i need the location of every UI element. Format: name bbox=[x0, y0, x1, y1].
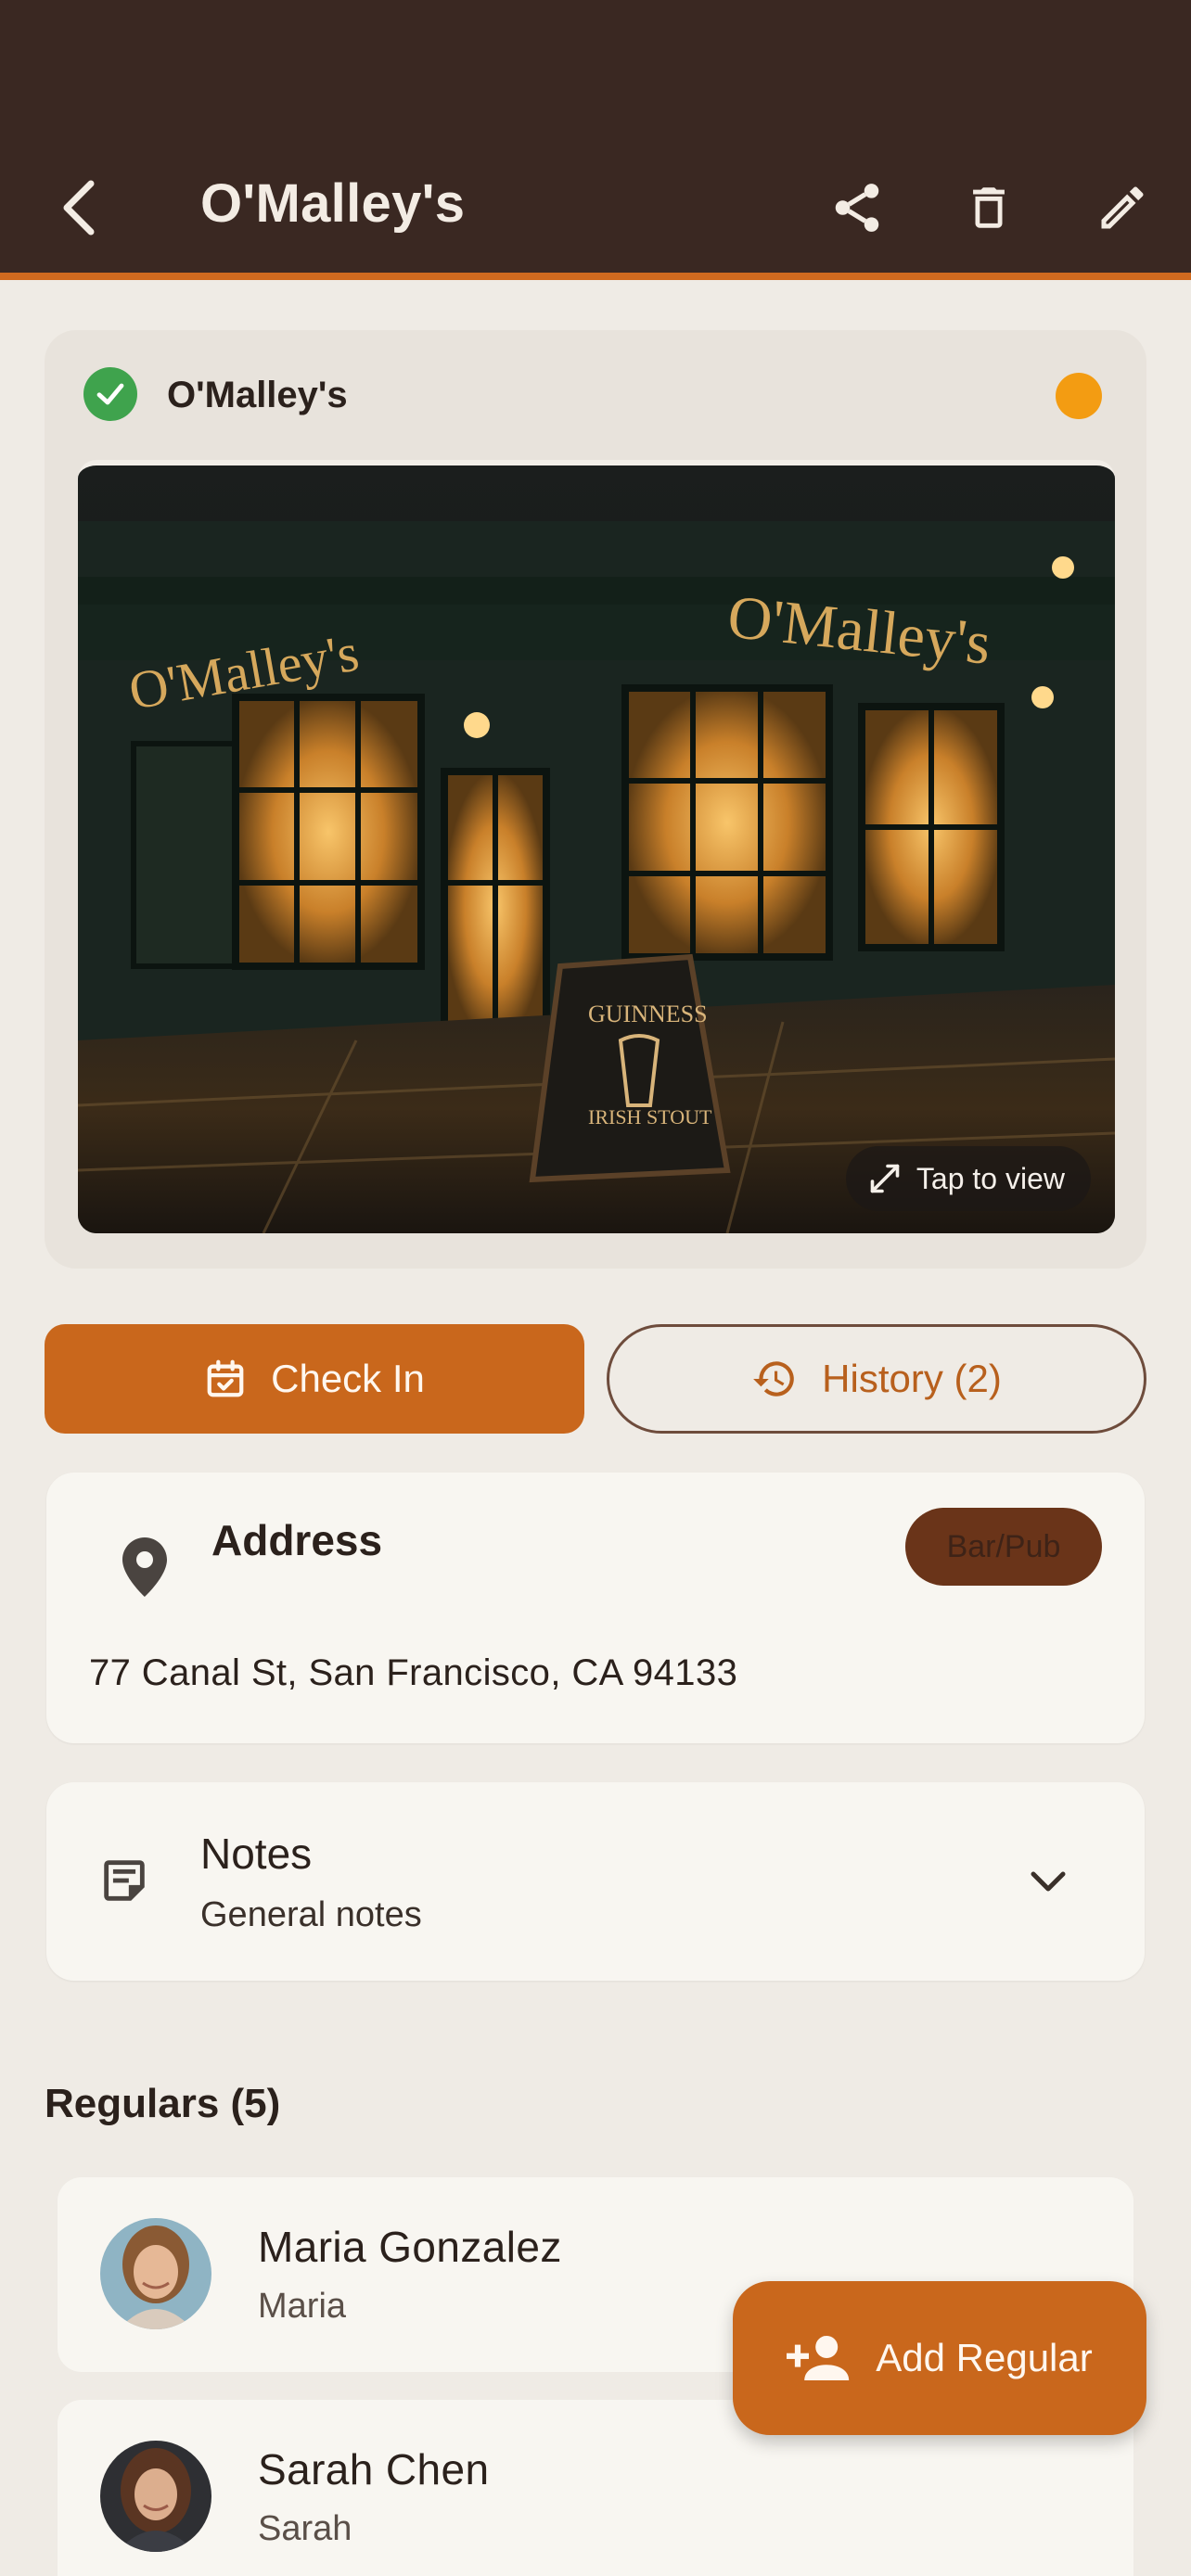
page-title: O'Malley's bbox=[200, 173, 466, 234]
notes-label: Notes bbox=[200, 1830, 313, 1878]
edit-button[interactable] bbox=[1087, 172, 1158, 243]
delete-button[interactable] bbox=[954, 172, 1024, 243]
check-in-button[interactable]: Check In bbox=[45, 1324, 584, 1434]
address-value[interactable]: 77 Canal St, San Francisco, CA 94133 bbox=[89, 1652, 737, 1694]
history-label: History (2) bbox=[822, 1357, 1002, 1400]
location-pin-icon bbox=[115, 1534, 174, 1600]
board-subtitle-text: IRISH STOUT bbox=[588, 1105, 712, 1129]
notes-card[interactable]: Notes General notes bbox=[46, 1782, 1145, 1981]
chevron-left-icon bbox=[63, 180, 95, 236]
status-dot bbox=[1056, 373, 1102, 419]
address-label: Address bbox=[211, 1516, 383, 1564]
chevron-down-icon[interactable] bbox=[1020, 1855, 1076, 1910]
tap-to-view-button[interactable]: Tap to view bbox=[845, 1146, 1091, 1211]
regular-nickname: Sarah bbox=[258, 2509, 352, 2548]
notes-subtitle: General notes bbox=[200, 1895, 422, 1934]
share-button[interactable] bbox=[822, 172, 892, 243]
check-in-label: Check In bbox=[271, 1357, 425, 1400]
app-bar: O'Malley's bbox=[0, 0, 1191, 280]
back-button[interactable] bbox=[48, 174, 108, 241]
share-icon bbox=[835, 184, 879, 232]
person-add-icon bbox=[787, 2336, 850, 2380]
regular-name: Maria Gonzalez bbox=[258, 2223, 562, 2271]
avatar bbox=[100, 2441, 211, 2552]
history-icon bbox=[753, 1361, 794, 1396]
board-brand-text: GUINNESS bbox=[588, 1001, 708, 1027]
tap-to-view-label: Tap to view bbox=[916, 1161, 1065, 1195]
venue-name: O'Malley's bbox=[167, 375, 348, 415]
verified-check-icon bbox=[83, 367, 137, 421]
address-card: Address Bar/Pub 77 Canal St, San Francis… bbox=[46, 1473, 1145, 1743]
history-button[interactable]: History (2) bbox=[607, 1324, 1146, 1434]
notes-icon bbox=[93, 1849, 156, 1912]
regulars-title: Regulars (5) bbox=[45, 2081, 281, 2126]
pub-photo-image: O'Malley's O'Malley's GUINNESS IRISH STO… bbox=[78, 465, 1115, 1233]
pencil-icon bbox=[1101, 186, 1144, 229]
place-card: O'Malley's O'Malley's O'Malley's GUINNES… bbox=[45, 330, 1146, 1269]
regular-name: Sarah Chen bbox=[258, 2445, 490, 2493]
category-badge: Bar/Pub bbox=[905, 1508, 1102, 1586]
add-regular-button[interactable]: Add Regular bbox=[733, 2281, 1146, 2435]
expand-icon bbox=[870, 1164, 900, 1193]
calendar-check-icon bbox=[207, 1359, 244, 1397]
add-regular-label: Add Regular bbox=[876, 2336, 1093, 2379]
regular-nickname: Maria bbox=[258, 2287, 347, 2326]
trash-icon bbox=[973, 187, 1005, 228]
avatar bbox=[100, 2218, 211, 2329]
venue-photo[interactable]: O'Malley's O'Malley's GUINNESS IRISH STO… bbox=[78, 460, 1115, 1233]
